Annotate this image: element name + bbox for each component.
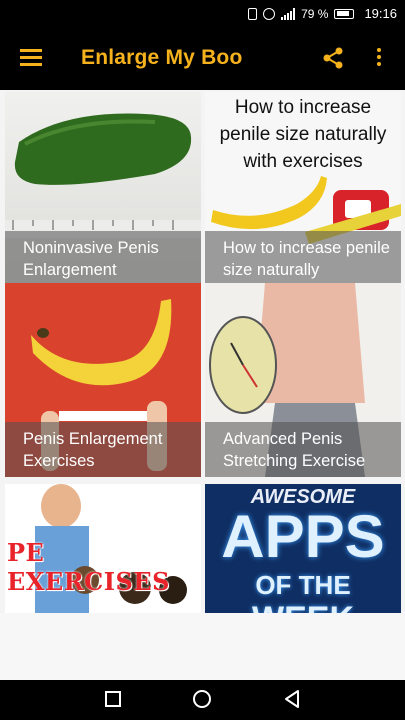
app-title: Enlarge My Boo <box>81 46 243 69</box>
status-bar: 79 % 19:16 <box>0 0 405 28</box>
card-caption: Noninvasive Penis Enlargement <box>5 231 201 286</box>
status-icons: 79 % 19:16 <box>248 6 397 21</box>
recent-apps-icon[interactable] <box>103 689 123 709</box>
card-image-text: PE EXERCISES <box>7 538 170 596</box>
menu-icon[interactable] <box>20 49 42 67</box>
home-icon[interactable] <box>192 689 212 709</box>
card-image-text: APPS <box>221 503 385 570</box>
app-bar: Enlarge My Boo <box>0 28 405 90</box>
empty-area <box>0 613 405 680</box>
signal-icon <box>281 7 296 20</box>
article-card[interactable]: AWESOME APPS OF THE WEEK <box>205 484 401 613</box>
back-icon[interactable] <box>282 689 302 709</box>
vibrate-icon <box>248 7 258 20</box>
share-icon[interactable] <box>322 47 344 69</box>
article-card[interactable]: PE EXERCISES <box>5 484 201 613</box>
article-card[interactable]: Advanced Penis Stretching Exercise <box>205 283 401 477</box>
card-caption: Penis Enlargement Exercises <box>5 422 201 477</box>
card-caption: How to increase penile size naturally <box>205 231 401 286</box>
battery-icon <box>334 8 355 19</box>
alarm-icon <box>263 7 276 20</box>
more-options-icon[interactable] <box>374 48 384 68</box>
card-image-text: OF THE <box>255 570 351 600</box>
card-caption: Advanced Penis Stretching Exercise <box>205 422 401 477</box>
card-image-text: How to increase penile size naturally wi… <box>219 97 387 172</box>
card-image-text: WEEK <box>205 600 401 613</box>
clock: 19:16 <box>364 6 397 21</box>
battery-percent: 79 % <box>301 6 329 21</box>
article-card[interactable]: Noninvasive Penis Enlargement <box>5 92 201 286</box>
article-card[interactable]: Penis Enlargement Exercises <box>5 283 201 477</box>
article-card[interactable]: How to increase penile size naturally wi… <box>205 92 401 286</box>
article-grid: Noninvasive Penis Enlargement How to inc… <box>0 90 405 613</box>
system-nav-bar <box>0 680 405 720</box>
